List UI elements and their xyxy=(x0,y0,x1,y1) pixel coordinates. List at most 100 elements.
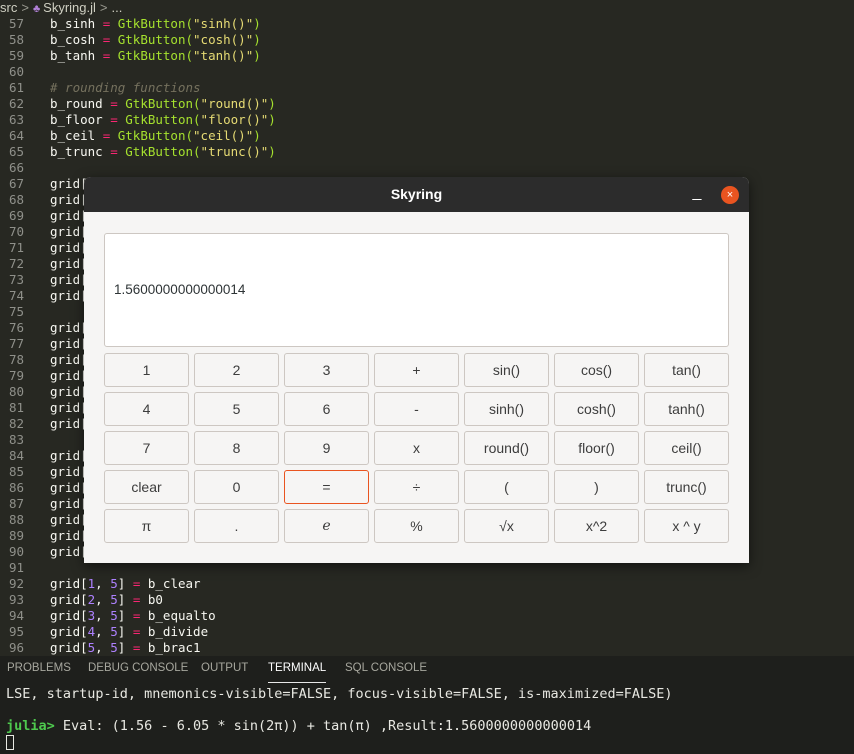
code-token: grid[ xyxy=(50,256,88,271)
calc-button[interactable]: x xyxy=(374,431,459,465)
calc-button[interactable]: = xyxy=(284,470,369,504)
calc-button[interactable]: 6 xyxy=(284,392,369,426)
calc-button[interactable]: π xyxy=(104,509,189,543)
calc-button[interactable]: ceil() xyxy=(644,431,729,465)
panel-tab-problems[interactable]: PROBLEMS xyxy=(7,656,71,683)
calc-button[interactable]: . xyxy=(194,509,279,543)
calc-button[interactable]: 8 xyxy=(194,431,279,465)
calc-button[interactable]: √x xyxy=(464,509,549,543)
breadcrumb-file[interactable]: Skyring.jl xyxy=(43,0,96,16)
line-number: 57 xyxy=(8,16,24,31)
code-line[interactable]: 63 b_floor = GtkButton("floor()") xyxy=(0,112,854,128)
code-line[interactable]: 64 b_ceil = GtkButton("ceil()") xyxy=(0,128,854,144)
calc-button[interactable]: 2 xyxy=(194,353,279,387)
code-token: grid[ xyxy=(50,384,88,399)
calc-button[interactable]: cosh() xyxy=(554,392,639,426)
panel-tab-terminal[interactable]: TERMINAL xyxy=(268,656,327,683)
calc-button[interactable]: tan() xyxy=(644,353,729,387)
code-text: grid[ xyxy=(50,384,88,400)
code-token: GtkButton( xyxy=(110,128,194,143)
window-titlebar[interactable]: Skyring _ × xyxy=(84,177,749,212)
line-number: 61 xyxy=(8,80,24,95)
code-token: "ceil()" xyxy=(193,128,254,143)
code-line[interactable]: 93 grid[2, 5] = b0 xyxy=(0,592,854,608)
calc-button[interactable]: e xyxy=(284,509,369,543)
panel-tab-output[interactable]: OUTPUT xyxy=(201,656,248,683)
calc-button[interactable]: ( xyxy=(464,470,549,504)
code-line[interactable]: 96 grid[5, 5] = b_brac1 xyxy=(0,640,854,656)
panel-tab-debug-console[interactable]: DEBUG CONSOLE xyxy=(88,656,188,683)
code-token: ] xyxy=(117,576,133,591)
code-line[interactable]: 58 b_cosh = GtkButton("cosh()") xyxy=(0,32,854,48)
breadcrumb-folder[interactable]: src xyxy=(0,0,17,16)
line-number: 66 xyxy=(8,160,24,175)
code-line[interactable]: 60 xyxy=(0,64,854,80)
calc-button[interactable]: sinh() xyxy=(464,392,549,426)
line-number: 74 xyxy=(8,288,24,303)
code-text: # rounding functions xyxy=(50,80,201,96)
calc-button[interactable]: floor() xyxy=(554,431,639,465)
calc-button[interactable]: 1 xyxy=(104,353,189,387)
code-token: b_round xyxy=(50,96,111,111)
code-text: grid[ xyxy=(50,512,88,528)
calc-button[interactable]: - xyxy=(374,392,459,426)
code-token: grid[ xyxy=(50,352,88,367)
calc-button[interactable]: cos() xyxy=(554,353,639,387)
calc-button[interactable]: tanh() xyxy=(644,392,729,426)
calc-button[interactable]: 5 xyxy=(194,392,279,426)
code-token: b0 xyxy=(140,592,163,607)
calc-button[interactable]: % xyxy=(374,509,459,543)
calc-button[interactable]: 0 xyxy=(194,470,279,504)
calc-button[interactable]: 7 xyxy=(104,431,189,465)
line-number: 85 xyxy=(8,464,24,479)
code-token: 5 xyxy=(110,624,118,639)
code-line[interactable]: 62 b_round = GtkButton("round()") xyxy=(0,96,854,112)
calc-button[interactable]: 4 xyxy=(104,392,189,426)
calc-button[interactable]: clear xyxy=(104,470,189,504)
line-number: 73 xyxy=(8,272,24,287)
calc-button[interactable]: x ^ y xyxy=(644,509,729,543)
calc-button[interactable]: trunc() xyxy=(644,470,729,504)
code-token: grid[ xyxy=(50,336,88,351)
calculator-display[interactable]: 1.5600000000000014 xyxy=(104,233,729,347)
terminal-prompt-line[interactable]: julia> Eval: (1.56 - 6.05 * sin(2π)) + t… xyxy=(6,717,591,735)
code-line[interactable]: 95 grid[4, 5] = b_divide xyxy=(0,624,854,640)
calc-button[interactable]: ÷ xyxy=(374,470,459,504)
breadcrumb-more[interactable]: ... xyxy=(112,0,123,16)
code-line[interactable]: 61 # rounding functions xyxy=(0,80,854,96)
line-number: 69 xyxy=(8,208,24,223)
code-line[interactable]: 66 xyxy=(0,160,854,176)
code-token: grid[ xyxy=(50,576,88,591)
panel-tab-sql-console[interactable]: SQL CONSOLE xyxy=(345,656,427,683)
minimize-icon[interactable]: _ xyxy=(688,185,706,204)
line-number: 72 xyxy=(8,256,24,271)
code-line[interactable]: 57 b_sinh = GtkButton("sinh()") xyxy=(0,16,854,32)
calc-button[interactable]: 9 xyxy=(284,431,369,465)
calc-button[interactable]: round() xyxy=(464,431,549,465)
code-line[interactable]: 94 grid[3, 5] = b_equalto xyxy=(0,608,854,624)
code-token: = xyxy=(110,112,118,127)
line-number: 90 xyxy=(8,544,24,559)
code-token: "trunc()" xyxy=(200,144,269,159)
calc-button[interactable]: x^2 xyxy=(554,509,639,543)
code-token: , xyxy=(95,576,111,591)
calc-button[interactable]: 3 xyxy=(284,353,369,387)
code-line[interactable]: 65 b_trunc = GtkButton("trunc()") xyxy=(0,144,854,160)
calc-button[interactable]: + xyxy=(374,353,459,387)
code-line[interactable]: 92 grid[1, 5] = b_clear xyxy=(0,576,854,592)
close-icon[interactable]: × xyxy=(721,186,739,204)
line-number: 70 xyxy=(8,224,24,239)
code-text: grid[5, 5] = b_brac1 xyxy=(50,640,201,656)
calc-button[interactable]: ) xyxy=(554,470,639,504)
code-text: grid[ xyxy=(50,496,88,512)
code-text: b_round = GtkButton("round()") xyxy=(50,96,276,112)
line-number: 94 xyxy=(8,608,24,623)
chevron-right-icon: > xyxy=(21,0,29,15)
line-number: 65 xyxy=(8,144,24,159)
calc-button[interactable]: sin() xyxy=(464,353,549,387)
skyring-window: Skyring _ × 1.5600000000000014 1 2 3 + sin()… xyxy=(84,177,749,563)
code-token: grid[ xyxy=(50,368,88,383)
code-line[interactable]: 59 b_tanh = GtkButton("tanh()") xyxy=(0,48,854,64)
code-token: 5 xyxy=(110,640,118,655)
code-text: grid[ xyxy=(50,320,88,336)
